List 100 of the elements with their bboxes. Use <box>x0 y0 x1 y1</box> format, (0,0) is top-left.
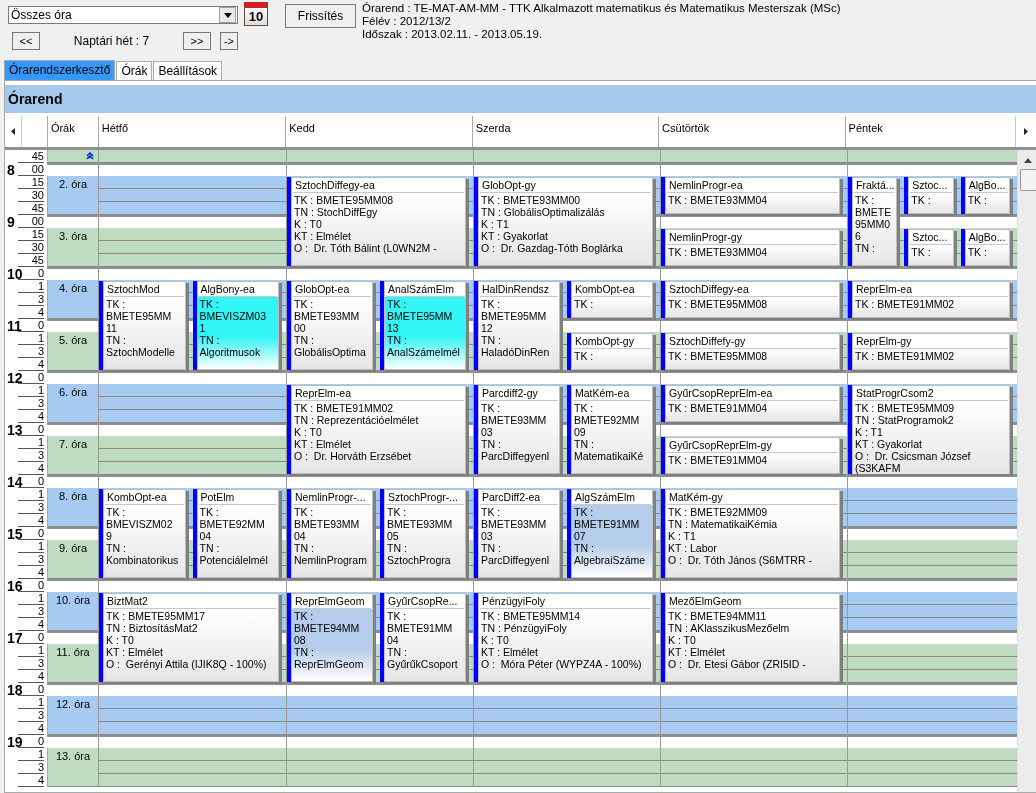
event-detail: TN : <box>387 334 408 346</box>
event-card[interactable]: Sztoc... TK : <box>904 177 954 214</box>
minute-label: 4 <box>18 774 44 787</box>
event-card[interactable]: GyűrCsopReprElm-gy TK : BMETE91MM04 <box>661 437 840 474</box>
event-detail: 13 <box>387 322 400 334</box>
minute-label: 3 <box>18 657 44 670</box>
event-detail: 04 <box>294 530 307 542</box>
event-card[interactable]: StatProgrCsom2 TK : BMETE95MM09 TN : StatProgramok2 K : T1 KT : Gyakorlat O : Dr. Csicsman József (S3KAFM <box>848 385 1010 474</box>
event-card[interactable]: ReprElm-ea TK : BMETE91MM02 TN : Reprezentációelmélet K : T0 KT : Elmélet O : Dr. Horváth Erzsébet <box>287 385 466 474</box>
event-card[interactable]: HalDinRendsz TK : BMETE95MM 12 TN : HaladóDinRen <box>474 281 560 370</box>
event-card[interactable]: AlgBo... TK : <box>960 229 1010 266</box>
event-detail: TN : StochDiffEgy <box>294 206 379 218</box>
minute-label: 3 <box>18 449 44 462</box>
event-detail: 9 <box>106 530 113 542</box>
event-card[interactable]: MezőElmGeom TK : BMETE94MM11 TN : AKlasszikusMezőelm K : T0 KT : Elmélet O : Dr. Etesi Gábor (ZRI5ID - <box>661 593 840 682</box>
previous-week-button[interactable]: << <box>12 32 40 50</box>
minute-label: 1 <box>18 592 44 605</box>
scroll-left-icon[interactable] <box>10 128 15 135</box>
event-card[interactable]: GlobOpt-ea TK : BMETE93MM 00 TN : GlobálisOptima <box>287 281 373 370</box>
event-detail: TK : <box>481 506 502 518</box>
minute-label: 00 <box>18 215 44 228</box>
scrollbar-thumb[interactable] <box>1019 169 1036 191</box>
event-card[interactable]: KombOpt-ea TK : <box>567 281 653 318</box>
event-card[interactable]: AlgBony-ea TK : BMEVISZM03 1 TN : Algoritmusok <box>192 281 279 370</box>
event-card[interactable]: MatKém-ea TK : BMETE92MM 09 TN : MatematikaiKé <box>567 385 653 474</box>
event-detail: MatematikaiKé <box>574 450 645 462</box>
event-card[interactable]: SztochProgr-... TK : BMETE93MM 05 TN : SztochProgra <box>380 489 466 578</box>
event-card[interactable]: SztochDiffegy-ea TK : BMETE95MM08 TN : StochDiffEgy K : T0 KT : Elmélet O : Dr. Tóth Bálint (L0WN2M - <box>287 177 466 266</box>
event-detail: TN : <box>294 334 315 346</box>
event-card[interactable]: GlobOpt-gy TK : BMETE93MM00 TN : GlobálisOptimalizálás K : T1 KT : Gyakorlat O : Dr. Gazdag-Tóth Boglárka <box>474 177 653 266</box>
event-card[interactable]: ReprElm-gy TK : BMETE91MM02 <box>848 333 1010 370</box>
vertical-scrollbar[interactable] <box>1017 150 1036 792</box>
event-detail: BMETE93MM <box>294 310 361 322</box>
event-card[interactable]: SztochMod TK : BMETE95MM 11 TN : SztochModelle <box>99 281 186 370</box>
event-detail: TN : <box>199 334 221 346</box>
event-card[interactable]: ReprElm-ea TK : BMETE91MM02 <box>848 281 1010 318</box>
refresh-button[interactable]: Frissítés <box>285 4 356 28</box>
scroll-up-icon[interactable] <box>1024 158 1032 163</box>
event-card[interactable]: SztochDiffefy-gy TK : BMETE95MM08 <box>661 333 840 370</box>
minute-label: 4 <box>18 670 44 683</box>
period-label: 13. óra <box>47 748 98 787</box>
event-card[interactable]: MatKém-gy TK : BMETE92MM09 TN : MatematikaiKémia K : T1 KT : Labor O : Dr. Tóth János (S6MTRR - <box>661 489 840 578</box>
event-detail: TK : <box>574 298 595 310</box>
dropdown-arrow-icon <box>223 12 232 18</box>
minute-label: 1 <box>18 644 44 657</box>
event-detail: TN : StatProgramok2 <box>855 414 955 426</box>
event-card[interactable]: KombOpt-ea TK : BMEVISZM02 9 TN : Kombinatorikus <box>99 489 186 578</box>
event-detail: K : T0 <box>668 634 697 646</box>
period-label: 10. óra <box>47 592 98 631</box>
event-card[interactable]: AlgBo... TK : <box>960 177 1010 214</box>
tab[interactable]: Órák <box>116 61 153 80</box>
minute-label: 1 <box>18 280 44 293</box>
event-card[interactable]: ParcDiff2-ea TK : BMETE93MM 03 TN : ParcDiffegyenl <box>474 489 560 578</box>
event-detail: 05 <box>387 530 400 542</box>
scroll-right-icon[interactable] <box>1024 128 1028 135</box>
event-card[interactable]: PénzügyiFoly TK : BMETE95MM14 TN : PénzügyiFoly K : T0 KT : Elmélet O : Móra Péter (WYPZ4A - 100%) <box>474 593 653 682</box>
go-button[interactable]: -> <box>220 32 238 50</box>
minute-label: 1 <box>18 332 44 345</box>
event-card[interactable]: NemlinProgr-ea TK : BMETE93MM04 <box>661 177 840 214</box>
event-card[interactable]: AlgSzámElm TK : BMETE91MM 07 TN : AlgebraiSzáme <box>567 489 653 578</box>
event-card[interactable]: GyűrCsopRe... TK : BMETE91MM 04 TN : GyűrűkCsoport <box>380 593 466 682</box>
event-card[interactable]: AnalSzámElm TK : BMETE95MM 13 TN : AnalSzámelmél <box>380 281 466 370</box>
event-detail: KT : Gyakorlat <box>855 438 923 450</box>
event-card[interactable]: GyűrCsopReprElm-ea TK : BMETE91MM04 <box>661 385 840 422</box>
minute-label: 00 <box>18 163 44 176</box>
collapse-icon[interactable] <box>86 152 94 160</box>
event-detail: TN : <box>199 542 221 554</box>
event-card[interactable]: NemlinProgr-gy TK : BMETE93MM04 <box>661 229 840 266</box>
hour-label: 19 <box>7 736 23 748</box>
event-detail: BMETE95MM <box>106 310 173 322</box>
minute-label: 3 <box>18 345 44 358</box>
event-detail: O : Dr. Tóth János (S6MTRR - <box>668 554 813 566</box>
event-card[interactable]: SztochDiffegy-ea TK : BMETE95MM08 <box>661 281 840 318</box>
event-detail: KT : Gyakorlat <box>481 230 549 242</box>
tab[interactable]: Beállítások <box>153 61 223 80</box>
event-card[interactable]: Fraktá... TK : BMETE 95MM0 6 TN : <box>848 177 898 266</box>
hour-label: 9 <box>7 216 15 228</box>
event-detail: TK : <box>911 194 932 206</box>
filter-dropdown[interactable]: Összes óra <box>8 6 238 24</box>
event-card[interactable]: ReprElmGeom TK : BMETE94MM 08 TN : ReprElmGeom <box>287 593 373 682</box>
period-label: 12. óra <box>47 696 98 735</box>
event-detail: TN : <box>855 242 876 254</box>
event-detail: TK : BMETE93MM04 <box>668 246 769 258</box>
tab[interactable]: Órarendszerkesztő <box>4 60 116 80</box>
event-detail: 03 <box>481 530 494 542</box>
event-detail: TK : <box>294 506 315 518</box>
event-detail: TK : <box>481 402 502 414</box>
column-header: Péntek <box>847 121 884 136</box>
event-card[interactable]: BiztMat2 TK : BMETE95MM17 TN : BiztosításMat2 K : T0 KT : Elmélet O : Gerényi Attila (IJIK8Q - 100%) <box>99 593 279 682</box>
event-detail: O : Dr. Csicsman József (S3KAFM <box>855 450 972 474</box>
event-card[interactable]: Sztoc... TK : <box>904 229 954 266</box>
event-detail: TK : <box>106 298 127 310</box>
event-card[interactable]: Parcdiff2-gy TK : BMETE93MM 03 TN : ParcDiffegyenl <box>474 385 560 474</box>
calendar-button[interactable]: 10 <box>244 2 268 26</box>
event-card[interactable]: NemlinProgr-... TK : BMETE93MM 04 TN : NemlinProgram <box>287 489 373 578</box>
period-label: 8. óra <box>47 488 98 527</box>
next-week-button[interactable]: >> <box>183 32 211 50</box>
event-detail: O : Dr. Tóth Bálint (L0WN2M - <box>294 242 438 254</box>
event-card[interactable]: KombOpt-gy TK : <box>567 333 653 370</box>
event-card[interactable]: PotElm TK : BMETE92MM 04 TN : Potenciálelmél <box>192 489 279 578</box>
